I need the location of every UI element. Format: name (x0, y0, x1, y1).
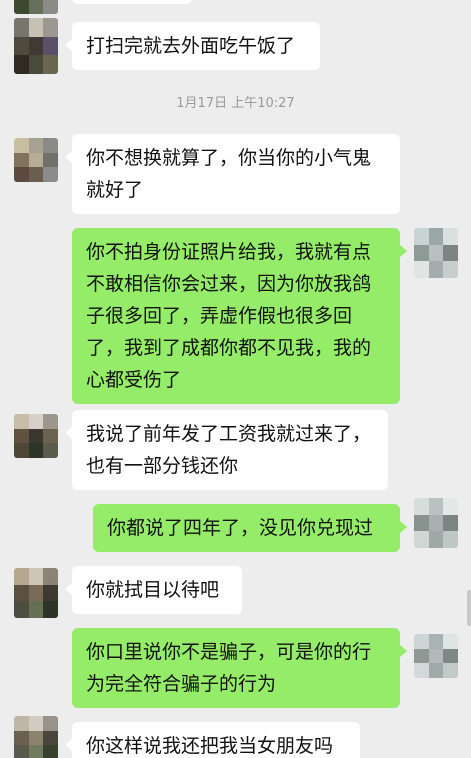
contact-avatar-icon[interactable] (14, 414, 58, 458)
contact-avatar-icon[interactable] (14, 138, 58, 182)
received-message-bubble[interactable]: 你这样说我还把我当女朋友吗 (65, 722, 360, 758)
self-avatar-icon[interactable] (414, 634, 458, 678)
message-bubble-partial[interactable] (72, 0, 192, 4)
self-avatar-icon[interactable] (414, 498, 458, 548)
sent-message-bubble[interactable]: 你口里说你不是骗子，可是你的行为完全符合骗子的行为 (72, 628, 407, 708)
contact-avatar-icon[interactable] (14, 716, 58, 758)
contact-avatar-icon[interactable] (14, 18, 58, 74)
contact-avatar-icon[interactable] (14, 568, 58, 618)
message-timestamp: 1月17日 上午10:27 (176, 96, 295, 111)
received-message-bubble[interactable]: 我说了前年发了工资我就过来了，也有一部分钱还你 (65, 410, 388, 490)
received-message-bubble[interactable]: 你不想换就算了，你当你的小气鬼就好了 (65, 134, 400, 214)
sent-message-bubble[interactable]: 你不拍身份证照片给我，我就有点不敢相信你会过来，因为你放我鸽子很多回了，弄虚作假… (72, 228, 407, 404)
self-avatar-icon[interactable] (414, 228, 458, 278)
received-message-bubble[interactable]: 打扫完就去外面吃午饭了 (65, 22, 320, 70)
scrollbar-thumb[interactable] (467, 590, 471, 626)
chat-view[interactable]: 打扫完就去外面吃午饭了 1月17日 上午10:27 你不想换就算了，你当你的小气… (0, 0, 471, 758)
received-message-bubble[interactable]: 你就拭目以待吧 (65, 566, 242, 614)
contact-avatar-icon[interactable] (14, 0, 58, 14)
sent-message-bubble[interactable]: 你都说了四年了，没见你兑现过 (93, 504, 407, 552)
